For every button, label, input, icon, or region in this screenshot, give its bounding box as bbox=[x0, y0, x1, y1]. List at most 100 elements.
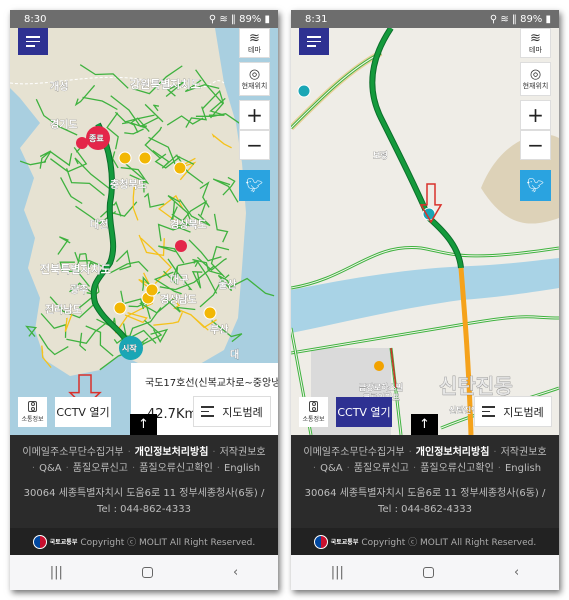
footer-link[interactable]: 이메일주소무단수집거부 bbox=[303, 447, 404, 458]
recent-apps-icon[interactable]: ||| bbox=[331, 565, 344, 580]
footer-links: 이메일주소무단수집거부 · 개인정보처리방침 · 저작권보호 · Q&A · 품질오류신고 · 품… bbox=[303, 447, 547, 474]
footer-link[interactable]: Q&A bbox=[320, 463, 343, 474]
footer-address: 30064 세종특별자치시 도움6로 11 정부세종청사(6동) / bbox=[23, 488, 265, 499]
map-label: 경기도 bbox=[50, 118, 78, 131]
traffic-light-icon bbox=[28, 401, 37, 412]
phone-screen: 8:30 ⚲ ≋ ‖ 89% ▮ 종료 시작 경기도 충청북도 대전 경상북도 대구 전북특별… bbox=[10, 10, 278, 590]
footer-link[interactable]: English bbox=[224, 463, 260, 474]
footer-link-privacy[interactable]: 개인정보처리방침 bbox=[416, 447, 490, 458]
zoom-out-button[interactable]: − bbox=[239, 130, 270, 160]
map-legend-button[interactable]: 지도범례 bbox=[474, 396, 552, 427]
map-legend-button[interactable]: 지도범례 bbox=[193, 396, 271, 427]
battery-level: 89% bbox=[520, 13, 543, 25]
back-icon[interactable]: ‹ bbox=[514, 565, 519, 580]
copyright-text: Copyright ⓒ MOLIT All Right Reserved. bbox=[361, 538, 537, 548]
cctv-open-button[interactable]: CCTV 열기 bbox=[336, 397, 392, 427]
list-icon bbox=[201, 406, 215, 417]
footer-link[interactable]: Q&A bbox=[39, 463, 62, 474]
theme-label: 테마 bbox=[248, 45, 261, 54]
construction-icon bbox=[113, 301, 127, 315]
molit-logo-icon bbox=[32, 534, 47, 549]
zoom-out-button[interactable]: − bbox=[520, 130, 551, 160]
footer-address: 30064 세종특별자치시 도움6로 11 정부세종청사(6동) / bbox=[304, 488, 546, 499]
map-label: 경상북도 bbox=[170, 218, 207, 231]
layers-icon: ≋ bbox=[249, 30, 260, 46]
map-label: 보령 bbox=[373, 150, 388, 160]
recent-apps-icon[interactable]: ||| bbox=[50, 565, 63, 580]
map-label: 강원특별자치도 bbox=[130, 77, 201, 91]
map-label: 대전 bbox=[90, 218, 108, 231]
construction-icon bbox=[203, 306, 217, 320]
map-label: 금강로하스빌 bbox=[359, 382, 403, 392]
traffic-info-button[interactable]: 소통정보 bbox=[299, 397, 328, 427]
cctv-open-button[interactable]: CCTV 열기 bbox=[55, 397, 111, 427]
footer-link[interactable]: 저작권보호 bbox=[501, 447, 547, 458]
map-label: 전라남도 bbox=[45, 303, 82, 316]
map-label: 광주 bbox=[70, 284, 88, 296]
battery-level: 89% bbox=[239, 13, 262, 25]
end-label: 종료 bbox=[89, 134, 104, 143]
traffic-info-button[interactable]: 소통정보 bbox=[18, 397, 47, 427]
home-icon[interactable] bbox=[142, 567, 154, 578]
footer-link[interactable]: 이메일주소무단수집거부 bbox=[22, 447, 123, 458]
road-name: 국도17호선(신복교차로~중앙냉동 bbox=[145, 378, 278, 389]
twitter-button[interactable]: 🐦︎ bbox=[239, 170, 270, 201]
status-bar: 8:30 ⚲ ≋ ‖ 89% ▮ bbox=[10, 10, 278, 28]
footer-link[interactable]: 품질오류신고확인 bbox=[139, 463, 213, 474]
zoom-in-button[interactable]: + bbox=[239, 100, 270, 130]
menu-button[interactable] bbox=[299, 28, 329, 55]
footer-link[interactable]: 품질오류신고확인 bbox=[420, 463, 494, 474]
map-label: 대 bbox=[230, 348, 239, 361]
construction-icon bbox=[138, 151, 152, 165]
footer-link[interactable]: English bbox=[505, 463, 541, 474]
copyright-text: Copyright ⓒ MOLIT All Right Reserved. bbox=[80, 538, 256, 548]
layers-icon: ≋ bbox=[530, 30, 541, 46]
status-time: 8:31 bbox=[305, 13, 328, 25]
back-icon[interactable]: ‹ bbox=[233, 565, 238, 580]
map-label: 부산 bbox=[210, 323, 229, 336]
menu-button[interactable] bbox=[18, 28, 48, 55]
location-label: 현재위치 bbox=[241, 81, 268, 90]
traffic-light-icon bbox=[309, 401, 318, 412]
map-label: 개성 bbox=[50, 80, 68, 93]
traffic-info-label: 소통정보 bbox=[302, 416, 325, 423]
footer: 이메일주소무단수집거부 · 개인정보처리방침 · 저작권보호 · Q&A · 품질오류신고 · 품… bbox=[10, 435, 278, 528]
crosshair-icon: ◎ bbox=[529, 66, 542, 82]
footer-tel: Tel : 044-862-4333 bbox=[97, 504, 191, 515]
map-label: 대구 bbox=[170, 273, 188, 286]
android-nav-bar: ||| ‹ bbox=[291, 555, 559, 590]
twitter-button[interactable]: 🐦︎ bbox=[520, 170, 551, 201]
start-label: 시작 bbox=[122, 343, 137, 353]
molit-logo-text: 국토교통부 bbox=[330, 539, 359, 546]
traffic-map[interactable]: 보령금강로하스빌크루이마트신탄진동신탄진역 bbox=[291, 28, 559, 435]
theme-button[interactable]: ≋ 테마 bbox=[239, 28, 270, 58]
map-canvas[interactable]: 보령금강로하스빌크루이마트신탄진동신탄진역 bbox=[291, 28, 559, 435]
footer-link[interactable]: 품질오류신고 bbox=[73, 463, 128, 474]
twitter-icon: 🐦︎ bbox=[245, 177, 264, 194]
footer-tel: Tel : 044-862-4333 bbox=[378, 504, 472, 515]
map-legend-label: 지도범례 bbox=[503, 405, 544, 419]
theme-button[interactable]: ≋ 테마 bbox=[520, 28, 551, 58]
crosshair-icon: ◎ bbox=[248, 66, 261, 82]
footer-link[interactable]: 품질오류신고 bbox=[354, 463, 409, 474]
footer-link[interactable]: 저작권보호 bbox=[220, 447, 266, 458]
cctv-marker-icon bbox=[297, 84, 311, 98]
current-location-button[interactable]: ◎ 현재위치 bbox=[239, 62, 270, 96]
poi-icon bbox=[374, 361, 384, 371]
status-bar: 8:31 ⚲ ≋ ‖ 89% ▮ bbox=[291, 10, 559, 28]
map-label: 전북특별자치도 bbox=[40, 262, 111, 276]
map-label: 경상남도 bbox=[160, 293, 197, 306]
scroll-top-button[interactable]: ↑ bbox=[130, 414, 157, 435]
map-legend-label: 지도범례 bbox=[222, 405, 263, 419]
copyright-bar: 국토교통부 Copyright ⓒ MOLIT All Right Reserve… bbox=[10, 528, 278, 555]
map-label: 신탄진동 bbox=[439, 374, 513, 398]
molit-logo-text: 국토교통부 bbox=[49, 539, 78, 546]
footer: 이메일주소무단수집거부 · 개인정보처리방침 · 저작권보호 · Q&A · 품질오류신고 · 품… bbox=[291, 435, 559, 528]
current-location-button[interactable]: ◎ 현재위치 bbox=[520, 62, 551, 96]
location-label: 현재위치 bbox=[522, 81, 549, 90]
footer-link-privacy[interactable]: 개인정보처리방침 bbox=[135, 447, 209, 458]
home-icon[interactable] bbox=[423, 567, 435, 578]
phone-screen: 8:31 ⚲ ≋ ‖ 89% ▮ 보령금강로하스빌크루이마트신탄진동신탄진역 ≋… bbox=[291, 10, 559, 590]
scroll-top-button[interactable]: ↑ bbox=[411, 414, 438, 435]
zoom-in-button[interactable]: + bbox=[520, 100, 551, 130]
